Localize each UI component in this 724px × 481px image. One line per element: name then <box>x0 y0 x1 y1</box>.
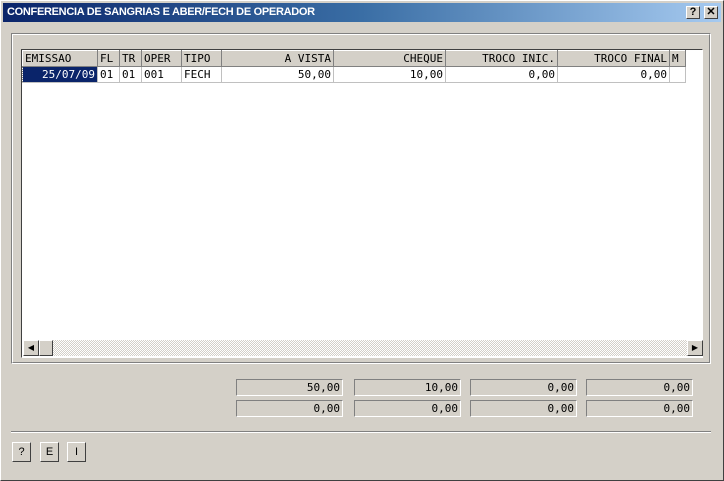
subtotal-troco-inic: 0,00 <box>470 400 577 417</box>
cell-cheque[interactable]: 10,00 <box>333 66 446 83</box>
col-header-cheque[interactable]: CHEQUE <box>333 50 446 67</box>
col-header-oper[interactable]: OPER <box>141 50 182 67</box>
cell-tipo[interactable]: FECH <box>181 66 222 83</box>
horizontal-scrollbar[interactable]: ◀ ▶ <box>23 340 703 356</box>
dialog-window: CONFERENCIA DE SANGRIAS E ABER/FECH DE O… <box>0 0 724 481</box>
window-title: CONFERENCIA DE SANGRIAS E ABER/FECH DE O… <box>7 6 315 18</box>
cell-troco-inic[interactable]: 0,00 <box>445 66 558 83</box>
i-button[interactable]: I <box>67 442 86 462</box>
scroll-thumb[interactable] <box>39 340 53 356</box>
scroll-right-button[interactable]: ▶ <box>687 340 703 356</box>
arrow-right-icon: ▶ <box>691 343 699 352</box>
total-cheque: 10,00 <box>354 379 461 396</box>
help-button[interactable]: ? <box>12 442 31 462</box>
col-header-tipo[interactable]: TIPO <box>181 50 222 67</box>
total-troco-inic: 0,00 <box>470 379 577 396</box>
col-header-m[interactable]: M <box>669 50 686 67</box>
total-troco-final: 0,00 <box>586 379 693 396</box>
title-bar[interactable]: CONFERENCIA DE SANGRIAS E ABER/FECH DE O… <box>3 3 721 22</box>
subtotal-a-vista: 0,00 <box>236 400 343 417</box>
total-a-vista: 50,00 <box>236 379 343 396</box>
footer-divider <box>11 431 711 433</box>
col-header-emissao[interactable]: EMISSAO <box>22 50 98 67</box>
grid-header-row: EMISSAO FL TR OPER TIPO A VISTA CHEQUE T… <box>22 50 686 67</box>
col-header-troco-inic[interactable]: TROCO INIC. <box>445 50 558 67</box>
scroll-left-button[interactable]: ◀ <box>23 340 39 356</box>
col-header-fl[interactable]: FL <box>97 50 120 67</box>
subtotal-troco-final: 0,00 <box>586 400 693 417</box>
cell-a-vista[interactable]: 50,00 <box>221 66 334 83</box>
grid-table: EMISSAO FL TR OPER TIPO A VISTA CHEQUE T… <box>22 50 686 83</box>
table-row[interactable]: 25/07/09 01 01 001 FECH 50,00 10,00 0,00… <box>22 66 686 83</box>
arrow-left-icon: ◀ <box>27 343 35 352</box>
data-grid[interactable]: EMISSAO FL TR OPER TIPO A VISTA CHEQUE T… <box>21 49 703 358</box>
cell-oper[interactable]: 001 <box>141 66 182 83</box>
cell-m[interactable] <box>669 66 686 83</box>
e-button[interactable]: E <box>40 442 59 462</box>
help-title-button[interactable]: ? <box>686 6 700 19</box>
col-header-a-vista[interactable]: A VISTA <box>221 50 334 67</box>
cell-troco-final[interactable]: 0,00 <box>557 66 670 83</box>
col-header-tr[interactable]: TR <box>119 50 142 67</box>
cell-fl[interactable]: 01 <box>97 66 120 83</box>
subtotal-cheque: 0,00 <box>354 400 461 417</box>
cell-tr[interactable]: 01 <box>119 66 142 83</box>
col-header-troco-final[interactable]: TROCO FINAL <box>557 50 670 67</box>
close-button[interactable]: ✕ <box>704 6 718 19</box>
cell-emissao[interactable]: 25/07/09 <box>22 66 98 83</box>
